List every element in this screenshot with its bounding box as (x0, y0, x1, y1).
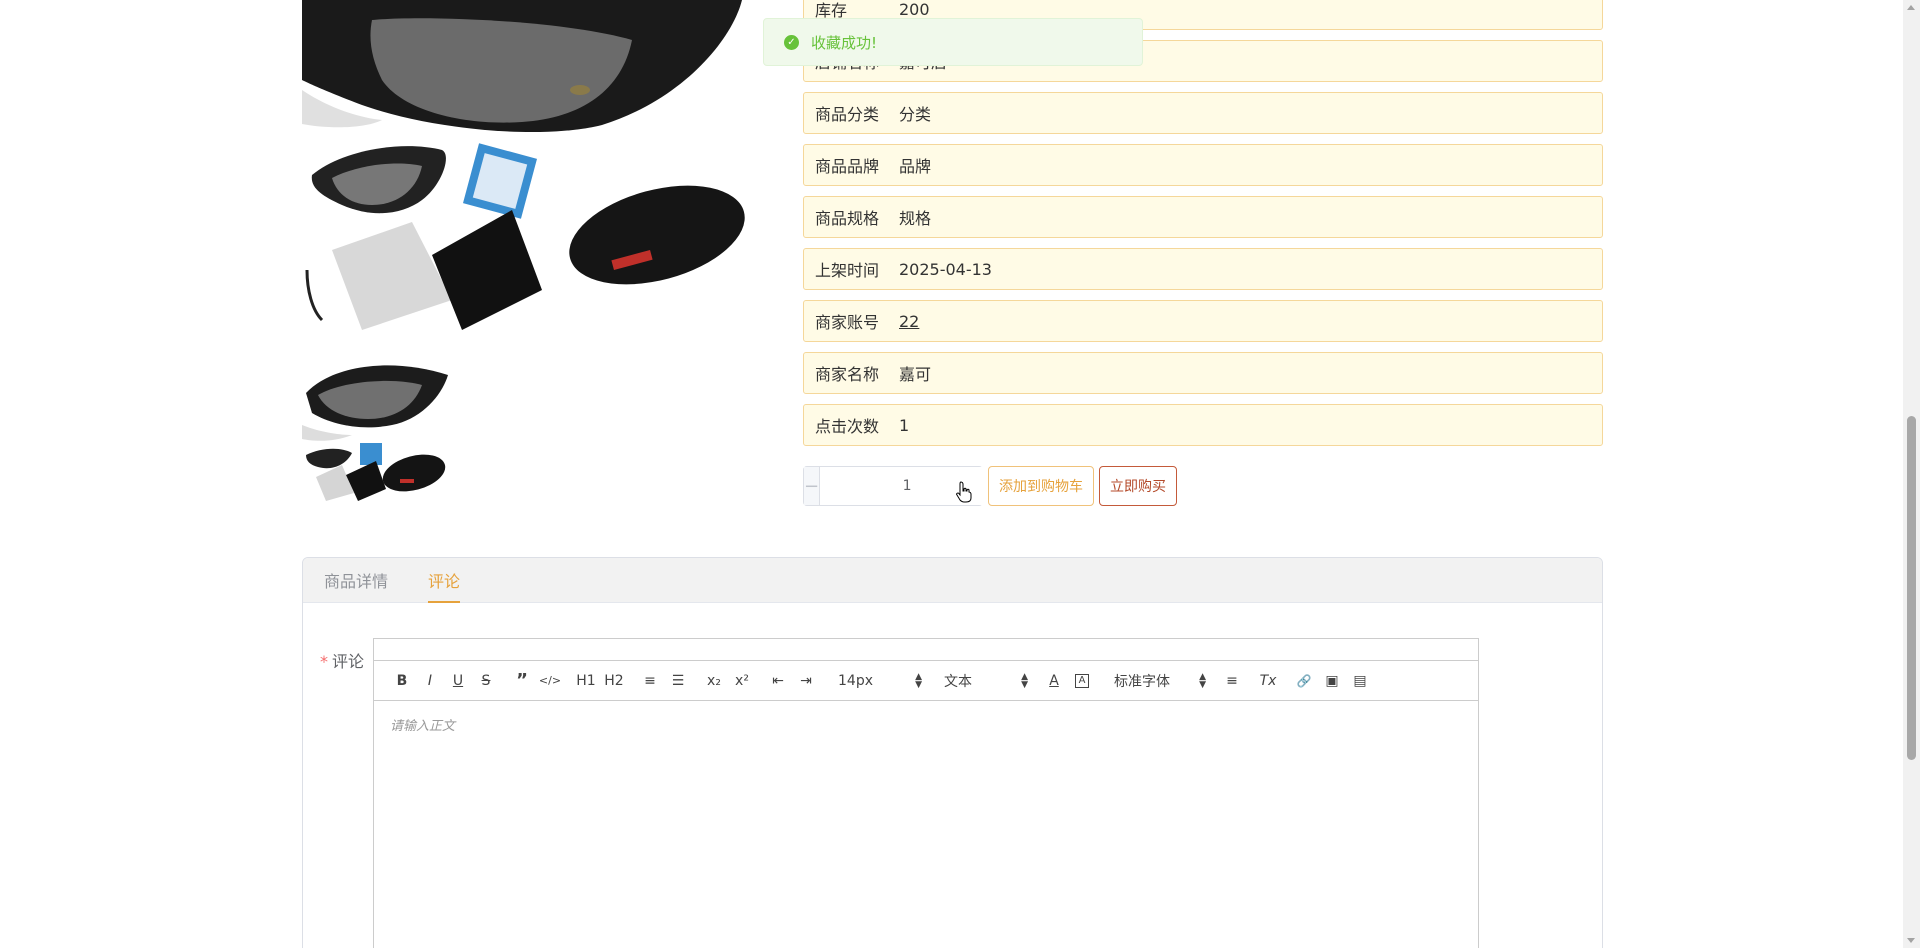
info-row-merchant-account: 商家账号 22 (803, 300, 1603, 342)
info-label: 商品品牌 (815, 157, 880, 176)
rich-text-editor: B I U S ” </> H1 H2 ≡ ☰ x₂ x² ⇤ ⇥ 14px ▲… (373, 638, 1479, 948)
block-type-value: 文本 (944, 673, 972, 690)
font-size-value: 14px (838, 672, 873, 689)
clear-format-icon[interactable]: Tx (1254, 669, 1282, 693)
info-label: 商家账号 (815, 313, 880, 332)
block-type-select[interactable]: 文本 ▲ ▼ (940, 669, 1032, 693)
select-arrows-icon: ▲ ▼ (1199, 671, 1206, 690)
editor-content-area[interactable]: 请输入正文 (374, 701, 1478, 748)
font-family-select[interactable]: 标准字体 ▲ ▼ (1110, 669, 1210, 693)
success-toast: ✓ 收藏成功! (763, 18, 1143, 66)
info-row-spec: 商品规格 规格 (803, 196, 1603, 238)
editor-top-bar (374, 639, 1478, 661)
toast-message: 收藏成功! (811, 33, 878, 52)
font-family-value: 标准字体 (1114, 673, 1170, 690)
blockquote-icon[interactable]: ” (508, 669, 536, 693)
font-color-icon[interactable]: A (1040, 669, 1068, 693)
add-to-cart-button[interactable]: 添加到购物车 (988, 466, 1094, 506)
info-value: 1 (899, 415, 910, 435)
hand-cursor-icon (956, 481, 972, 503)
decrement-button[interactable]: − (804, 467, 821, 505)
link-icon[interactable]: 🔗 (1290, 669, 1318, 693)
detail-tabs-card: 商品详情 评论 * 评论 B I U S ” </> H1 H2 ≡ ☰ x₂ x… (302, 557, 1603, 948)
info-label: 点击次数 (815, 417, 880, 436)
info-row-category: 商品分类 分类 (803, 92, 1603, 134)
product-thumbnail[interactable] (302, 355, 448, 501)
editor-placeholder: 请输入正文 (390, 719, 456, 734)
heading-1-icon[interactable]: H1 (572, 669, 600, 693)
info-row-listed-date: 上架时间 2025-04-13 (803, 248, 1603, 290)
image-icon[interactable]: ▣ (1318, 669, 1346, 693)
editor-toolbar: B I U S ” </> H1 H2 ≡ ☰ x₂ x² ⇤ ⇥ 14px ▲… (374, 661, 1478, 701)
strikethrough-icon[interactable]: S (472, 669, 500, 693)
heading-2-icon[interactable]: H2 (600, 669, 628, 693)
info-label: 商品分类 (815, 105, 880, 124)
tab-bar: 商品详情 评论 (303, 558, 1602, 603)
ordered-list-icon[interactable]: ≡ (636, 669, 664, 693)
select-arrows-icon: ▲ ▼ (915, 671, 922, 690)
comment-label-text: 评论 (332, 652, 365, 671)
info-value: 200 (899, 0, 930, 19)
info-label: 商家名称 (815, 365, 880, 384)
font-size-select[interactable]: 14px ▲ ▼ (834, 669, 926, 693)
tab-comments[interactable]: 评论 (428, 558, 461, 603)
page-scrollbar[interactable] (1903, 0, 1920, 948)
comment-label: * 评论 (320, 648, 364, 672)
video-icon[interactable]: ▤ (1346, 669, 1374, 693)
info-row-brand: 商品品牌 品牌 (803, 144, 1603, 186)
scroll-up-icon[interactable] (1907, 5, 1915, 10)
indent-icon[interactable]: ⇥ (792, 669, 820, 693)
tab-product-details[interactable]: 商品详情 (324, 558, 388, 603)
subscript-icon[interactable]: x₂ (700, 669, 728, 693)
scroll-down-icon[interactable] (1907, 938, 1915, 943)
select-arrows-icon: ▲ ▼ (1021, 671, 1028, 690)
required-mark: * (320, 652, 328, 671)
info-value: 分类 (899, 105, 932, 124)
info-row-merchant-name: 商家名称 嘉可 (803, 352, 1603, 394)
info-value: 2025-04-13 (899, 259, 992, 279)
info-row-click-count: 点击次数 1 (803, 404, 1603, 446)
buy-now-button[interactable]: 立即购买 (1099, 466, 1177, 506)
info-value: 品牌 (899, 157, 932, 176)
info-value: 嘉可 (899, 365, 932, 384)
check-circle-icon: ✓ (784, 34, 799, 50)
code-block-icon[interactable]: </> (536, 669, 564, 693)
info-value: 规格 (899, 209, 932, 228)
italic-icon[interactable]: I (416, 669, 444, 693)
info-label: 商品规格 (815, 209, 880, 228)
underline-icon[interactable]: U (444, 669, 472, 693)
info-label: 上架时间 (815, 261, 880, 280)
scrollbar-thumb[interactable] (1907, 416, 1916, 760)
bold-icon[interactable]: B (388, 669, 416, 693)
background-color-icon[interactable]: A (1075, 673, 1089, 688)
superscript-icon[interactable]: x² (728, 669, 756, 693)
align-icon[interactable]: ≡ (1218, 669, 1246, 693)
product-main-image (302, 0, 748, 340)
bullet-list-icon[interactable]: ☰ (664, 669, 692, 693)
merchant-account-link[interactable]: 22 (899, 312, 919, 331)
outdent-icon[interactable]: ⇤ (764, 669, 792, 693)
